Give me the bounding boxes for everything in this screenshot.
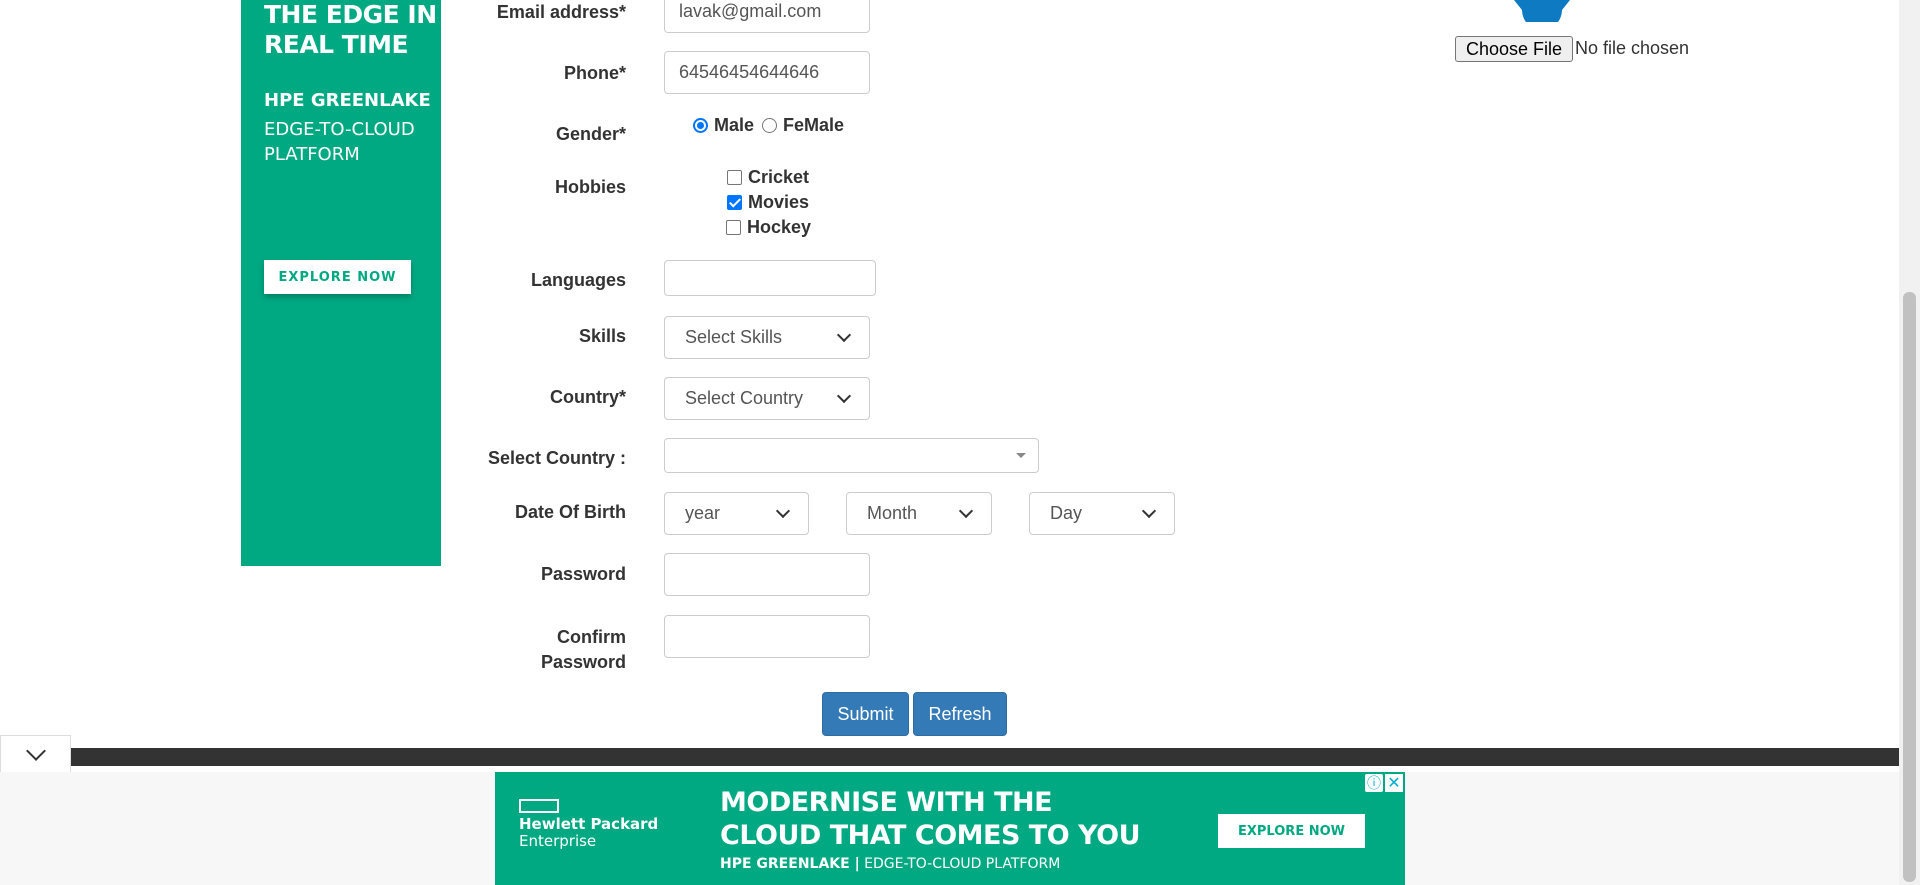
gender-male-label: Male <box>714 115 755 135</box>
hobby-movies-checkbox[interactable] <box>727 195 742 210</box>
select-country-combobox[interactable] <box>664 438 1039 473</box>
chevron-down-icon <box>958 503 974 519</box>
country-select-value: Select Country <box>685 388 804 408</box>
chevron-down-icon <box>836 327 852 343</box>
footer-bar <box>71 748 1899 766</box>
confirm-password-field[interactable] <box>664 615 870 658</box>
caret-down-icon <box>1016 453 1026 458</box>
select-country-label: Select Country : <box>487 448 626 468</box>
hobby-cricket-checkbox[interactable] <box>727 170 742 185</box>
hobby-hockey-checkbox[interactable] <box>726 220 741 235</box>
hobbies-label: Hobbies <box>554 177 626 197</box>
dob-day-select[interactable]: Day <box>1029 492 1175 535</box>
chevron-down-icon <box>25 740 46 761</box>
confirm-password-label-line1: Confirm <box>557 627 626 647</box>
bottom-ad-tagline-brand: HPE GREENLAKE | <box>720 856 860 872</box>
scrollbar-thumb[interactable] <box>1903 292 1916 882</box>
gender-female-radio[interactable] <box>762 118 778 133</box>
skills-select-value: Select Skills <box>685 327 783 347</box>
collapse-ad-button[interactable] <box>0 735 71 773</box>
skills-select[interactable]: Select Skills <box>664 316 870 359</box>
phone-field[interactable]: 64546454644646 <box>664 51 870 94</box>
upload-gear-icon <box>1510 0 1574 22</box>
dob-day-value: Day <box>1050 503 1083 523</box>
dob-year-select[interactable]: year <box>664 492 809 535</box>
password-field[interactable] <box>664 553 870 596</box>
hpe-logo-text: Hewlett Packard Enterprise <box>519 816 658 850</box>
hobby-hockey-label: Hockey <box>747 217 812 237</box>
hobby-cricket-label: Cricket <box>748 167 810 187</box>
choose-file-button[interactable]: Choose File <box>1455 36 1574 62</box>
bottom-ad-headline-line2: CLOUD THAT COMES TO YOU <box>720 820 1141 851</box>
skills-label: Skills <box>578 326 626 346</box>
close-ad-icon[interactable]: ✕ <box>1385 774 1403 792</box>
chevron-down-icon <box>775 503 791 519</box>
side-ad-platform-line2: PLATFORM <box>264 144 360 165</box>
email-label: Email address* <box>496 2 626 22</box>
refresh-button[interactable]: Refresh <box>913 692 1007 736</box>
bottom-ad-explore-button[interactable]: EXPLORE NOW <box>1218 814 1365 848</box>
dob-month-select[interactable]: Month <box>846 492 992 535</box>
bottom-ad-headline: MODERNISE WITH THE CLOUD THAT COMES TO Y… <box>720 786 1141 852</box>
confirm-password-label: Confirm Password <box>0 625 626 675</box>
side-ad-headline-line2: REAL TIME <box>264 30 409 59</box>
hobby-movies: Movies <box>727 192 809 213</box>
submit-button[interactable]: Submit <box>822 692 909 736</box>
dob-label: Date Of Birth <box>514 502 626 522</box>
country-label: Country* <box>550 387 626 407</box>
file-status-text: No file chosen <box>1575 38 1690 58</box>
adchoices-icon[interactable]: ⓘ <box>1365 774 1383 792</box>
country-select[interactable]: Select Country <box>664 377 870 420</box>
side-ad-brand: HPE GREENLAKE <box>264 90 431 111</box>
dob-year-value: year <box>685 503 721 523</box>
page-scrollbar[interactable] <box>1899 0 1920 885</box>
chevron-down-icon <box>836 388 852 404</box>
gender-label: Gender* <box>555 124 626 144</box>
bottom-advertisement[interactable]: Hewlett Packard Enterprise MODERNISE WIT… <box>495 772 1405 885</box>
gender-female-label: FeMale <box>783 115 845 135</box>
confirm-password-label-line2: Password <box>540 652 626 672</box>
dob-month-value: Month <box>867 503 918 523</box>
gender-radio-group: Male FeMale <box>693 115 844 136</box>
password-label: Password <box>540 564 626 584</box>
hpe-logo-icon <box>519 799 559 813</box>
hobby-hockey: Hockey <box>726 217 811 238</box>
hpe-logo-line2: Enterprise <box>519 832 597 850</box>
chevron-down-icon <box>1141 503 1157 519</box>
hobby-movies-label: Movies <box>748 192 810 212</box>
hobby-cricket: Cricket <box>727 167 809 188</box>
phone-label: Phone* <box>563 63 626 83</box>
bottom-ad-headline-line1: MODERNISE WITH THE <box>720 787 1053 818</box>
languages-label: Languages <box>530 270 626 290</box>
email-field[interactable]: lavak@gmail.com <box>664 0 870 33</box>
gender-male-radio[interactable] <box>693 118 708 133</box>
bottom-ad-tagline: HPE GREENLAKE | EDGE-TO-CLOUD PLATFORM <box>720 856 1060 872</box>
languages-field[interactable] <box>664 260 876 296</box>
bottom-ad-tagline-rest: EDGE-TO-CLOUD PLATFORM <box>859 856 1061 872</box>
hpe-logo-line1: Hewlett Packard <box>519 815 659 833</box>
